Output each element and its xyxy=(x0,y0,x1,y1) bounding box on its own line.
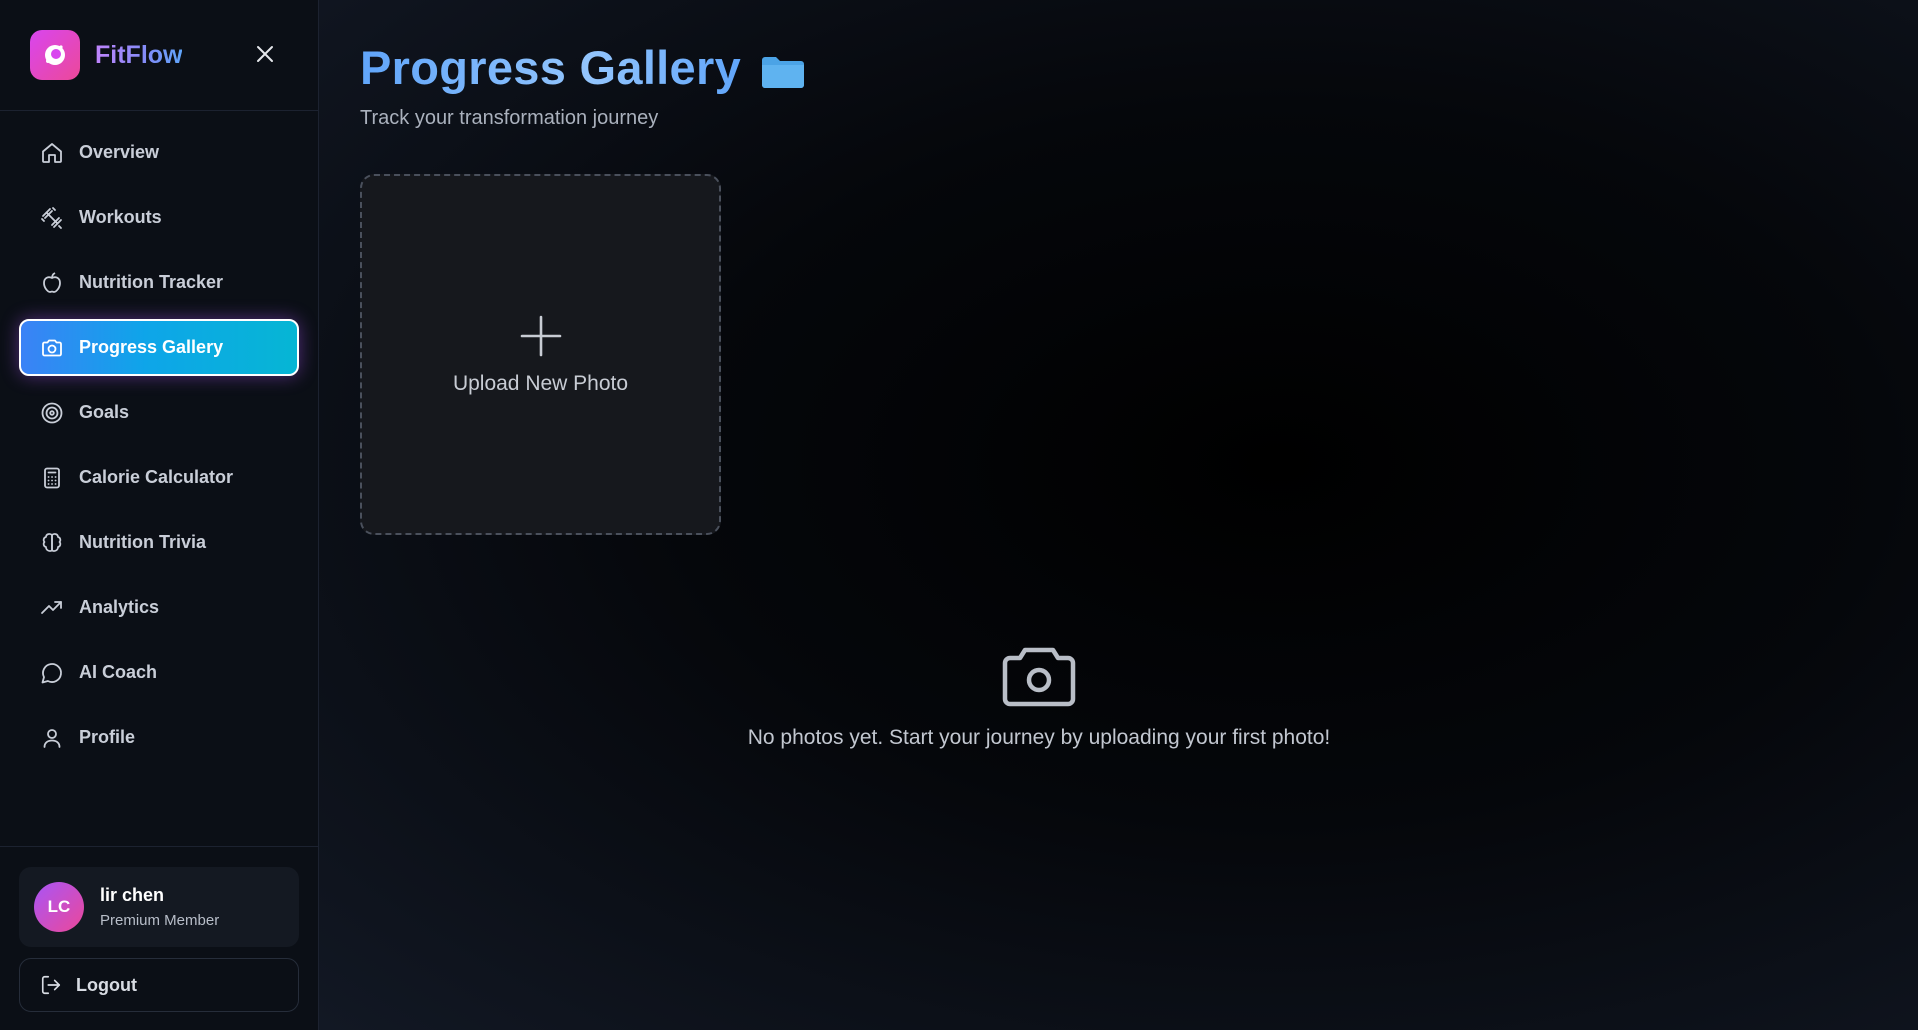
sidebar-item-progress-gallery[interactable]: Progress Gallery xyxy=(19,319,299,376)
brand-name: FitFlow xyxy=(95,40,183,69)
camera-icon xyxy=(1001,645,1077,714)
user-icon xyxy=(39,725,65,751)
plus-icon xyxy=(519,314,563,358)
folder-icon xyxy=(760,52,806,90)
home-icon xyxy=(39,140,65,166)
sidebar-item-goals[interactable]: Goals xyxy=(19,384,299,441)
logout-label: Logout xyxy=(76,974,137,995)
brain-icon xyxy=(39,530,65,556)
sidebar-item-profile[interactable]: Profile xyxy=(19,709,299,766)
apple-icon xyxy=(39,270,65,296)
sidebar-item-nutrition-tracker[interactable]: Nutrition Tracker xyxy=(19,254,299,311)
sidebar-item-overview[interactable]: Overview xyxy=(19,124,299,181)
sidebar-item-label: Goals xyxy=(79,402,130,422)
app-root: FitFlow Overview Workouts Nutrition Trac… xyxy=(0,0,1918,1030)
fitflow-logo-icon xyxy=(30,30,80,80)
logout-icon xyxy=(40,974,62,996)
sidebar-item-label: Nutrition Trivia xyxy=(79,532,207,552)
sidebar-item-label: Progress Gallery xyxy=(79,337,224,357)
page-title: Progress Gallery xyxy=(360,41,742,94)
chat-bubble-icon xyxy=(39,660,65,686)
sidebar-item-workouts[interactable]: Workouts xyxy=(19,189,299,246)
sidebar-item-analytics[interactable]: Analytics xyxy=(19,579,299,636)
page-subtitle: Track your transformation journey xyxy=(360,107,659,129)
sidebar-item-label: Overview xyxy=(79,142,160,162)
calculator-icon xyxy=(39,465,65,491)
sidebar-item-label: Workouts xyxy=(79,207,162,227)
sidebar-item-label: Analytics xyxy=(79,597,160,617)
title-row: Progress Gallery xyxy=(360,40,1918,95)
empty-state: No photos yet. Start your journey by upl… xyxy=(739,645,1339,750)
camera-icon xyxy=(39,335,65,361)
avatar: LC xyxy=(34,882,84,932)
sidebar-item-nutrition-trivia[interactable]: Nutrition Trivia xyxy=(19,514,299,571)
sidebar: FitFlow Overview Workouts Nutrition Trac… xyxy=(0,0,319,1030)
empty-state-message: No photos yet. Start your journey by upl… xyxy=(747,726,1331,749)
close-sidebar-button[interactable] xyxy=(250,39,280,69)
sidebar-item-label: Nutrition Tracker xyxy=(79,272,224,292)
sidebar-footer: LC lir chen Premium Member Logout xyxy=(0,846,318,1030)
user-card[interactable]: LC lir chen Premium Member xyxy=(19,867,299,947)
sidebar-item-ai-coach[interactable]: AI Coach xyxy=(19,644,299,701)
sidebar-item-calorie-calculator[interactable]: Calorie Calculator xyxy=(19,449,299,506)
main-content: Progress Gallery Track your transformati… xyxy=(319,0,1918,1030)
user-name: lir chen xyxy=(100,885,165,905)
sidebar-item-label: Calorie Calculator xyxy=(79,467,234,487)
sidebar-item-label: AI Coach xyxy=(79,662,158,682)
user-role: Premium Member xyxy=(100,912,220,929)
dumbbell-icon xyxy=(39,205,65,231)
trending-up-icon xyxy=(39,595,65,621)
user-info: lir chen Premium Member xyxy=(100,885,219,929)
close-icon xyxy=(257,46,273,62)
sidebar-nav: Overview Workouts Nutrition Tracker Prog… xyxy=(0,111,318,846)
target-icon xyxy=(39,400,65,426)
sidebar-item-label: Profile xyxy=(79,727,136,747)
upload-label: Upload New Photo xyxy=(452,371,629,395)
logout-button[interactable]: Logout xyxy=(19,958,299,1012)
upload-photo-button[interactable]: Upload New Photo xyxy=(360,174,721,535)
brand-header: FitFlow xyxy=(0,0,318,111)
